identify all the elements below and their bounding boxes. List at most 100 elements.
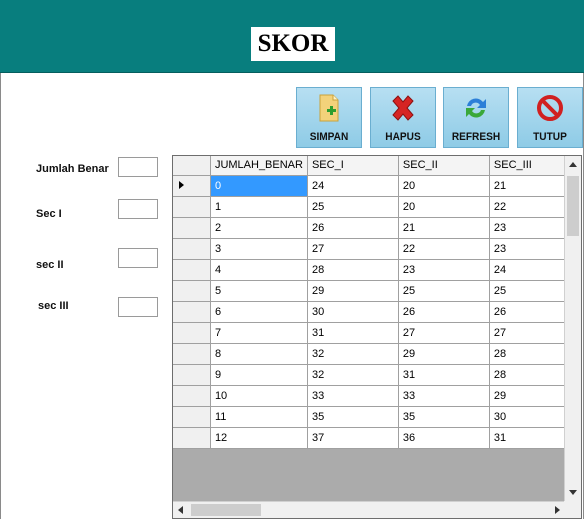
table-cell[interactable]: 35 [398, 406, 490, 428]
current-row-indicator-icon [179, 180, 184, 189]
red-x-icon [392, 95, 414, 121]
table-cell[interactable]: 29 [398, 343, 490, 365]
table-row[interactable]: 1 25 20 22 [173, 196, 581, 218]
table-cell[interactable]: 4 [210, 259, 308, 281]
vertical-scroll-thumb[interactable] [567, 176, 579, 236]
table-row[interactable]: 4 28 23 24 [173, 259, 581, 281]
table-row[interactable]: 9 32 31 28 [173, 364, 581, 386]
table-cell[interactable]: 0 [210, 175, 308, 197]
table-cell[interactable]: 28 [307, 259, 399, 281]
table-cell[interactable]: 30 [307, 301, 399, 323]
table-cell[interactable]: 33 [398, 385, 490, 407]
column-header-jumlah-benar[interactable]: JUMLAH_BENAR [210, 156, 308, 176]
row-header[interactable] [173, 343, 211, 365]
table-cell[interactable]: 8 [210, 343, 308, 365]
row-header[interactable] [173, 385, 211, 407]
table-row[interactable]: 0 24 20 21 [173, 175, 581, 197]
table-cell[interactable]: 35 [307, 406, 399, 428]
sec1-input[interactable] [118, 199, 158, 219]
table-row[interactable]: 11 35 35 30 [173, 406, 581, 428]
row-header[interactable] [173, 217, 211, 239]
table-cell[interactable]: 20 [398, 175, 490, 197]
data-grid[interactable]: JUMLAH_BENAR SEC_I SEC_II SEC_III 0 24 20 2… [172, 155, 582, 519]
table-cell[interactable]: 2 [210, 217, 308, 239]
table-cell[interactable]: 22 [398, 238, 490, 260]
jumlah-benar-input[interactable] [118, 157, 158, 177]
scroll-left-icon[interactable] [178, 506, 183, 514]
scroll-up-icon[interactable] [569, 162, 577, 167]
simpan-button[interactable]: SIMPAN [296, 87, 362, 148]
table-row[interactable]: 6 30 26 26 [173, 301, 581, 323]
row-header[interactable] [173, 280, 211, 302]
table-cell[interactable]: 32 [307, 364, 399, 386]
row-header[interactable] [173, 427, 211, 449]
table-cell[interactable]: 5 [210, 280, 308, 302]
table-cell[interactable]: 32 [307, 343, 399, 365]
scroll-right-icon[interactable] [555, 506, 560, 514]
table-cell[interactable]: 3 [210, 238, 308, 260]
jumlah-benar-label: Jumlah Benar [36, 163, 109, 175]
sec2-input[interactable] [118, 248, 158, 268]
column-header-sec-i[interactable]: SEC_I [307, 156, 399, 176]
scrollbar-corner [564, 501, 581, 518]
table-cell[interactable]: 1 [210, 196, 308, 218]
row-header[interactable] [173, 175, 211, 197]
table-row[interactable]: 7 31 27 27 [173, 322, 581, 344]
table-cell[interactable]: 12 [210, 427, 308, 449]
table-cell[interactable]: 10 [210, 385, 308, 407]
tutup-button[interactable]: TUTUP [517, 87, 583, 148]
table-cell[interactable]: 25 [398, 280, 490, 302]
table-cell[interactable]: 25 [307, 196, 399, 218]
row-header[interactable] [173, 238, 211, 260]
row-header[interactable] [173, 406, 211, 428]
grid-header-row: JUMLAH_BENAR SEC_I SEC_II SEC_III [173, 156, 581, 176]
table-cell[interactable]: 27 [398, 322, 490, 344]
refresh-button[interactable]: REFRESH [443, 87, 509, 148]
table-cell[interactable]: 21 [398, 217, 490, 239]
table-cell[interactable]: 7 [210, 322, 308, 344]
table-row[interactable]: 10 33 33 29 [173, 385, 581, 407]
table-cell[interactable]: 31 [307, 322, 399, 344]
vertical-scrollbar[interactable] [564, 156, 581, 501]
table-cell[interactable]: 33 [307, 385, 399, 407]
row-header[interactable] [173, 259, 211, 281]
table-cell[interactable]: 31 [398, 364, 490, 386]
table-cell[interactable]: 24 [307, 175, 399, 197]
table-cell[interactable]: 6 [210, 301, 308, 323]
table-row[interactable]: 5 29 25 25 [173, 280, 581, 302]
table-row[interactable]: 2 26 21 23 [173, 217, 581, 239]
horizontal-scroll-thumb[interactable] [191, 504, 261, 516]
page-title: SKOR [251, 27, 335, 61]
table-row[interactable]: 8 32 29 28 [173, 343, 581, 365]
table-cell[interactable]: 27 [307, 238, 399, 260]
hapus-label: HAPUS [385, 131, 421, 143]
row-header[interactable] [173, 196, 211, 218]
new-document-icon [319, 94, 339, 122]
horizontal-scrollbar[interactable] [173, 501, 565, 518]
table-cell[interactable]: 26 [307, 217, 399, 239]
table-cell[interactable]: 36 [398, 427, 490, 449]
sec2-label: sec II [36, 259, 64, 271]
tutup-label: TUTUP [533, 131, 567, 143]
table-row[interactable]: 12 37 36 31 [173, 427, 581, 449]
table-cell[interactable]: 11 [210, 406, 308, 428]
sec3-label: sec III [38, 300, 69, 312]
table-cell[interactable]: 29 [307, 280, 399, 302]
sec3-input[interactable] [118, 297, 158, 317]
row-header[interactable] [173, 322, 211, 344]
row-header[interactable] [173, 301, 211, 323]
hapus-button[interactable]: HAPUS [370, 87, 436, 148]
scroll-down-icon[interactable] [569, 490, 577, 495]
sec1-label: Sec I [36, 208, 62, 220]
table-cell[interactable]: 37 [307, 427, 399, 449]
column-header-sec-ii[interactable]: SEC_II [398, 156, 490, 176]
table-row[interactable]: 3 27 22 23 [173, 238, 581, 260]
refresh-label: REFRESH [451, 131, 501, 143]
row-header[interactable] [173, 364, 211, 386]
title-bar: SKOR [0, 0, 584, 73]
table-cell[interactable]: 9 [210, 364, 308, 386]
table-cell[interactable]: 20 [398, 196, 490, 218]
table-cell[interactable]: 23 [398, 259, 490, 281]
simpan-label: SIMPAN [309, 131, 349, 143]
table-cell[interactable]: 26 [398, 301, 490, 323]
